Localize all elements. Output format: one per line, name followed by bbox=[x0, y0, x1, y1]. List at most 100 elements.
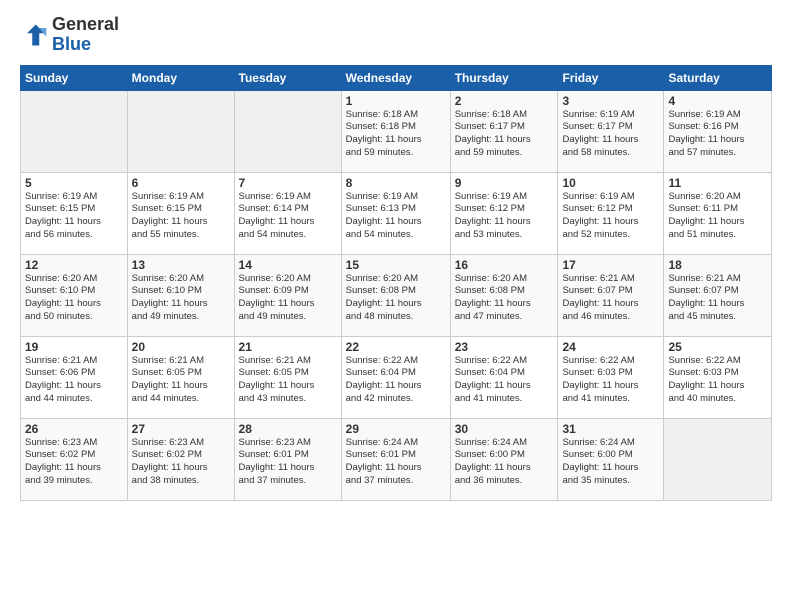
day-number: 23 bbox=[455, 340, 554, 354]
day-number: 1 bbox=[346, 94, 446, 108]
day-info: Sunrise: 6:21 AM Sunset: 6:07 PM Dayligh… bbox=[668, 273, 767, 324]
day-info: Sunrise: 6:22 AM Sunset: 6:04 PM Dayligh… bbox=[455, 355, 554, 406]
calendar-cell bbox=[664, 418, 772, 500]
day-info: Sunrise: 6:19 AM Sunset: 6:15 PM Dayligh… bbox=[25, 191, 123, 242]
day-number: 9 bbox=[455, 176, 554, 190]
logo-icon bbox=[20, 21, 48, 49]
calendar-cell: 29Sunrise: 6:24 AM Sunset: 6:01 PM Dayli… bbox=[341, 418, 450, 500]
week-row-1: 1Sunrise: 6:18 AM Sunset: 6:18 PM Daylig… bbox=[21, 90, 772, 172]
day-info: Sunrise: 6:23 AM Sunset: 6:01 PM Dayligh… bbox=[239, 437, 337, 488]
day-number: 18 bbox=[668, 258, 767, 272]
day-info: Sunrise: 6:19 AM Sunset: 6:12 PM Dayligh… bbox=[455, 191, 554, 242]
calendar-cell: 25Sunrise: 6:22 AM Sunset: 6:03 PM Dayli… bbox=[664, 336, 772, 418]
day-info: Sunrise: 6:20 AM Sunset: 6:09 PM Dayligh… bbox=[239, 273, 337, 324]
day-info: Sunrise: 6:19 AM Sunset: 6:13 PM Dayligh… bbox=[346, 191, 446, 242]
calendar-cell bbox=[21, 90, 128, 172]
day-number: 31 bbox=[562, 422, 659, 436]
weekday-header-tuesday: Tuesday bbox=[234, 65, 341, 90]
weekday-header-row: SundayMondayTuesdayWednesdayThursdayFrid… bbox=[21, 65, 772, 90]
day-number: 6 bbox=[132, 176, 230, 190]
day-info: Sunrise: 6:24 AM Sunset: 6:00 PM Dayligh… bbox=[562, 437, 659, 488]
calendar-cell: 10Sunrise: 6:19 AM Sunset: 6:12 PM Dayli… bbox=[558, 172, 664, 254]
day-number: 10 bbox=[562, 176, 659, 190]
header: General Blue bbox=[20, 15, 772, 55]
day-number: 12 bbox=[25, 258, 123, 272]
calendar-cell bbox=[234, 90, 341, 172]
logo-blue: Blue bbox=[52, 35, 119, 55]
calendar-cell: 23Sunrise: 6:22 AM Sunset: 6:04 PM Dayli… bbox=[450, 336, 558, 418]
calendar-cell: 22Sunrise: 6:22 AM Sunset: 6:04 PM Dayli… bbox=[341, 336, 450, 418]
weekday-header-monday: Monday bbox=[127, 65, 234, 90]
calendar-cell: 13Sunrise: 6:20 AM Sunset: 6:10 PM Dayli… bbox=[127, 254, 234, 336]
day-number: 24 bbox=[562, 340, 659, 354]
day-number: 2 bbox=[455, 94, 554, 108]
day-info: Sunrise: 6:23 AM Sunset: 6:02 PM Dayligh… bbox=[132, 437, 230, 488]
logo-general: General bbox=[52, 15, 119, 35]
day-info: Sunrise: 6:19 AM Sunset: 6:15 PM Dayligh… bbox=[132, 191, 230, 242]
day-info: Sunrise: 6:20 AM Sunset: 6:08 PM Dayligh… bbox=[346, 273, 446, 324]
calendar-cell: 17Sunrise: 6:21 AM Sunset: 6:07 PM Dayli… bbox=[558, 254, 664, 336]
calendar-cell: 19Sunrise: 6:21 AM Sunset: 6:06 PM Dayli… bbox=[21, 336, 128, 418]
day-info: Sunrise: 6:18 AM Sunset: 6:17 PM Dayligh… bbox=[455, 109, 554, 160]
day-info: Sunrise: 6:19 AM Sunset: 6:17 PM Dayligh… bbox=[562, 109, 659, 160]
weekday-header-thursday: Thursday bbox=[450, 65, 558, 90]
day-info: Sunrise: 6:19 AM Sunset: 6:14 PM Dayligh… bbox=[239, 191, 337, 242]
page-container: General Blue SundayMondayTuesdayWednesda… bbox=[0, 0, 792, 511]
day-info: Sunrise: 6:20 AM Sunset: 6:10 PM Dayligh… bbox=[25, 273, 123, 324]
day-info: Sunrise: 6:22 AM Sunset: 6:03 PM Dayligh… bbox=[668, 355, 767, 406]
day-number: 27 bbox=[132, 422, 230, 436]
calendar-cell: 18Sunrise: 6:21 AM Sunset: 6:07 PM Dayli… bbox=[664, 254, 772, 336]
day-number: 11 bbox=[668, 176, 767, 190]
day-info: Sunrise: 6:21 AM Sunset: 6:07 PM Dayligh… bbox=[562, 273, 659, 324]
day-info: Sunrise: 6:24 AM Sunset: 6:00 PM Dayligh… bbox=[455, 437, 554, 488]
day-info: Sunrise: 6:19 AM Sunset: 6:16 PM Dayligh… bbox=[668, 109, 767, 160]
day-number: 25 bbox=[668, 340, 767, 354]
day-info: Sunrise: 6:19 AM Sunset: 6:12 PM Dayligh… bbox=[562, 191, 659, 242]
day-info: Sunrise: 6:22 AM Sunset: 6:03 PM Dayligh… bbox=[562, 355, 659, 406]
logo: General Blue bbox=[20, 15, 119, 55]
calendar-cell: 11Sunrise: 6:20 AM Sunset: 6:11 PM Dayli… bbox=[664, 172, 772, 254]
day-number: 20 bbox=[132, 340, 230, 354]
day-info: Sunrise: 6:20 AM Sunset: 6:08 PM Dayligh… bbox=[455, 273, 554, 324]
calendar-cell: 20Sunrise: 6:21 AM Sunset: 6:05 PM Dayli… bbox=[127, 336, 234, 418]
day-info: Sunrise: 6:23 AM Sunset: 6:02 PM Dayligh… bbox=[25, 437, 123, 488]
day-number: 29 bbox=[346, 422, 446, 436]
weekday-header-sunday: Sunday bbox=[21, 65, 128, 90]
calendar-cell: 27Sunrise: 6:23 AM Sunset: 6:02 PM Dayli… bbox=[127, 418, 234, 500]
day-info: Sunrise: 6:20 AM Sunset: 6:11 PM Dayligh… bbox=[668, 191, 767, 242]
weekday-header-friday: Friday bbox=[558, 65, 664, 90]
calendar-cell: 31Sunrise: 6:24 AM Sunset: 6:00 PM Dayli… bbox=[558, 418, 664, 500]
day-number: 5 bbox=[25, 176, 123, 190]
day-number: 13 bbox=[132, 258, 230, 272]
day-number: 30 bbox=[455, 422, 554, 436]
day-info: Sunrise: 6:21 AM Sunset: 6:06 PM Dayligh… bbox=[25, 355, 123, 406]
week-row-3: 12Sunrise: 6:20 AM Sunset: 6:10 PM Dayli… bbox=[21, 254, 772, 336]
week-row-5: 26Sunrise: 6:23 AM Sunset: 6:02 PM Dayli… bbox=[21, 418, 772, 500]
day-info: Sunrise: 6:24 AM Sunset: 6:01 PM Dayligh… bbox=[346, 437, 446, 488]
day-info: Sunrise: 6:20 AM Sunset: 6:10 PM Dayligh… bbox=[132, 273, 230, 324]
day-info: Sunrise: 6:18 AM Sunset: 6:18 PM Dayligh… bbox=[346, 109, 446, 160]
day-number: 28 bbox=[239, 422, 337, 436]
calendar-cell: 5Sunrise: 6:19 AM Sunset: 6:15 PM Daylig… bbox=[21, 172, 128, 254]
week-row-4: 19Sunrise: 6:21 AM Sunset: 6:06 PM Dayli… bbox=[21, 336, 772, 418]
day-number: 15 bbox=[346, 258, 446, 272]
day-number: 26 bbox=[25, 422, 123, 436]
calendar-cell bbox=[127, 90, 234, 172]
calendar-cell: 9Sunrise: 6:19 AM Sunset: 6:12 PM Daylig… bbox=[450, 172, 558, 254]
calendar-cell: 3Sunrise: 6:19 AM Sunset: 6:17 PM Daylig… bbox=[558, 90, 664, 172]
day-number: 8 bbox=[346, 176, 446, 190]
calendar-cell: 28Sunrise: 6:23 AM Sunset: 6:01 PM Dayli… bbox=[234, 418, 341, 500]
day-number: 7 bbox=[239, 176, 337, 190]
day-number: 19 bbox=[25, 340, 123, 354]
day-number: 14 bbox=[239, 258, 337, 272]
day-number: 16 bbox=[455, 258, 554, 272]
calendar-cell: 1Sunrise: 6:18 AM Sunset: 6:18 PM Daylig… bbox=[341, 90, 450, 172]
calendar-cell: 7Sunrise: 6:19 AM Sunset: 6:14 PM Daylig… bbox=[234, 172, 341, 254]
day-number: 22 bbox=[346, 340, 446, 354]
calendar-cell: 12Sunrise: 6:20 AM Sunset: 6:10 PM Dayli… bbox=[21, 254, 128, 336]
weekday-header-saturday: Saturday bbox=[664, 65, 772, 90]
calendar-cell: 15Sunrise: 6:20 AM Sunset: 6:08 PM Dayli… bbox=[341, 254, 450, 336]
calendar-cell: 16Sunrise: 6:20 AM Sunset: 6:08 PM Dayli… bbox=[450, 254, 558, 336]
calendar-cell: 26Sunrise: 6:23 AM Sunset: 6:02 PM Dayli… bbox=[21, 418, 128, 500]
week-row-2: 5Sunrise: 6:19 AM Sunset: 6:15 PM Daylig… bbox=[21, 172, 772, 254]
